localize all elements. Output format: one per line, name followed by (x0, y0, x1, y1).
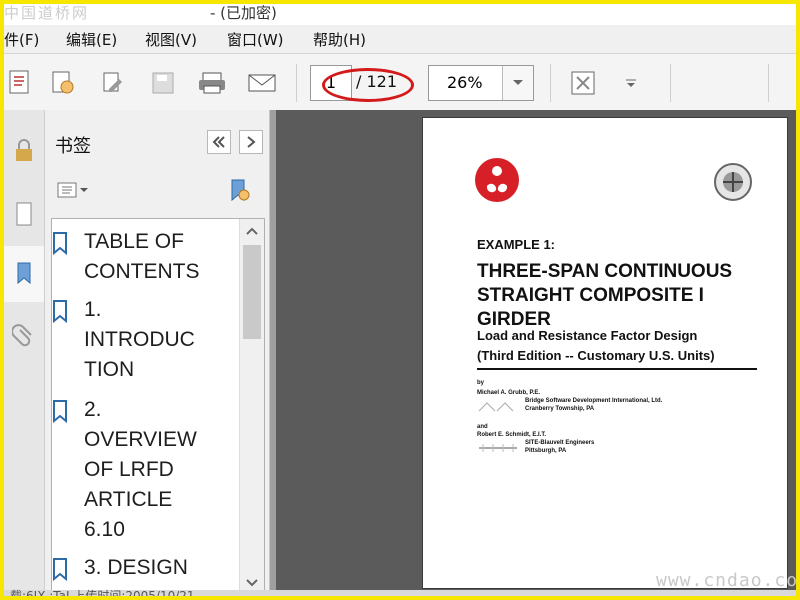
bookmark-icon (52, 299, 70, 327)
new-bookmark-icon[interactable] (225, 176, 253, 204)
save-icon[interactable] (146, 66, 180, 100)
zoom-dropdown-icon[interactable] (502, 66, 533, 100)
window-title-strip: 中国道桥网 - (已加密) (4, 4, 796, 25)
bookmark-options-menu-icon[interactable] (55, 178, 91, 202)
window-title-fragment: - (已加密) (210, 4, 277, 22)
chevron-up-icon[interactable] (240, 219, 264, 243)
menu-file[interactable]: 件(F) (4, 29, 39, 50)
print-icon[interactable] (195, 66, 229, 100)
bookmarks-panel-icon[interactable] (4, 246, 44, 302)
bookmark-icon (52, 399, 70, 427)
bookmark-tools (55, 174, 255, 208)
zoom-field[interactable]: 26% (428, 65, 534, 101)
bookmark-item-toc[interactable]: TABLE OF CONTENTS (53, 227, 224, 287)
bsdi-logo-icon (477, 398, 519, 412)
create-pdf-icon[interactable] (46, 66, 80, 100)
collapse-panel-icon[interactable] (207, 130, 231, 154)
menu-help[interactable]: 帮助(H) (313, 29, 366, 50)
email-icon[interactable] (245, 66, 279, 100)
bottom-fragment-text: 载:6IX :TaI 上传时间:2005/10/21 (10, 589, 195, 600)
bookmark-item-label: TABLE OF CONTENTS (84, 230, 200, 283)
author-1-organization-line-1: Bridge Software Development Internationa… (525, 398, 663, 404)
document-subtitle-line-1: Load and Resistance Factor Design (477, 328, 698, 343)
bookmark-item-label: 3. DESIGN (84, 556, 188, 579)
site-logo-icon (477, 439, 519, 452)
author-1-organization-line-2: Cranberry Township, PA (525, 406, 595, 412)
annotation-oval (322, 68, 414, 102)
lock-icon[interactable] (4, 124, 44, 180)
bookmark-scrollbar[interactable] (239, 219, 264, 595)
byline-label: by (477, 380, 485, 386)
title-divider (477, 368, 757, 370)
author-2-organization-line-2: Pittsburgh, PA (525, 448, 567, 454)
menu-edit[interactable]: 编辑(E) (66, 29, 117, 50)
menu-window[interactable]: 窗口(W) (227, 29, 284, 50)
author-2-name: Robert E. Schmidt, E.I.T. (477, 432, 547, 438)
document-page: EXAMPLE 1: THREE-SPAN CONTINUOUS STRAIGH… (423, 118, 787, 588)
author-1-name: Michael A. Grubb, P.E. (477, 390, 541, 396)
edit-document-icon[interactable] (96, 66, 130, 100)
attachments-icon[interactable] (4, 308, 44, 364)
fullscreen-icon[interactable] (566, 66, 600, 100)
toolbar-more-dropdown-icon[interactable] (614, 66, 648, 100)
zoom-value: 26% (447, 73, 483, 92)
seal-icon (713, 162, 753, 202)
toolbar-separator-3 (670, 64, 671, 102)
top-watermark: 中国道桥网 (4, 4, 90, 22)
bookmarks-panel: 书签 TABLE OF CONTENTS 1. INTRODUC TION 2.… (45, 110, 270, 596)
toolbar-separator-1 (296, 64, 297, 102)
and-label: and (477, 424, 488, 430)
bookmarks-title: 书签 (55, 136, 91, 157)
bookmark-item-label: 1. INTRODUC TION (84, 298, 195, 381)
bookmark-icon (52, 557, 70, 585)
expand-panel-icon[interactable] (239, 130, 263, 154)
bookmark-item-overview[interactable]: 2. OVERVIEW OF LRFD ARTICLE 6.10 (53, 395, 224, 545)
example-label: EXAMPLE 1: (477, 237, 556, 252)
toolbar-separator-4 (768, 64, 769, 102)
bookmark-list: TABLE OF CONTENTS 1. INTRODUC TION 2. OV… (51, 218, 265, 596)
screenshot-frame: 中国道桥网 - (已加密) 件(F) 编辑(E) 视图(V) 窗口(W) 帮助(… (0, 0, 800, 600)
author-2-organization-line-1: SITE-Blauvelt Engineers (525, 440, 595, 446)
bookmark-item-label: 2. OVERVIEW OF LRFD ARTICLE 6.10 (84, 398, 197, 541)
open-file-icon[interactable] (4, 66, 38, 100)
document-subtitle-line-2: (Third Edition -- Customary U.S. Units) (477, 348, 715, 363)
document-viewer: EXAMPLE 1: THREE-SPAN CONTINUOUS STRAIGH… (276, 110, 796, 596)
menu-view[interactable]: 视图(V) (145, 29, 197, 50)
bottom-watermark: www.cndao.com (656, 570, 800, 591)
menubar: 件(F) 编辑(E) 视图(V) 窗口(W) 帮助(H) (4, 25, 796, 54)
dot-logo-icon (473, 156, 521, 204)
bookmark-item-introduction[interactable]: 1. INTRODUC TION (53, 295, 224, 385)
left-navigation-rail (4, 110, 45, 596)
scroll-thumb[interactable] (243, 245, 261, 339)
page-thumbnails-icon[interactable] (4, 186, 44, 242)
toolbar-separator-2 (550, 64, 551, 102)
bookmark-item-design[interactable]: 3. DESIGN (53, 553, 224, 583)
document-title: THREE-SPAN CONTINUOUS STRAIGHT COMPOSITE… (477, 261, 733, 330)
bookmark-icon (52, 231, 70, 259)
